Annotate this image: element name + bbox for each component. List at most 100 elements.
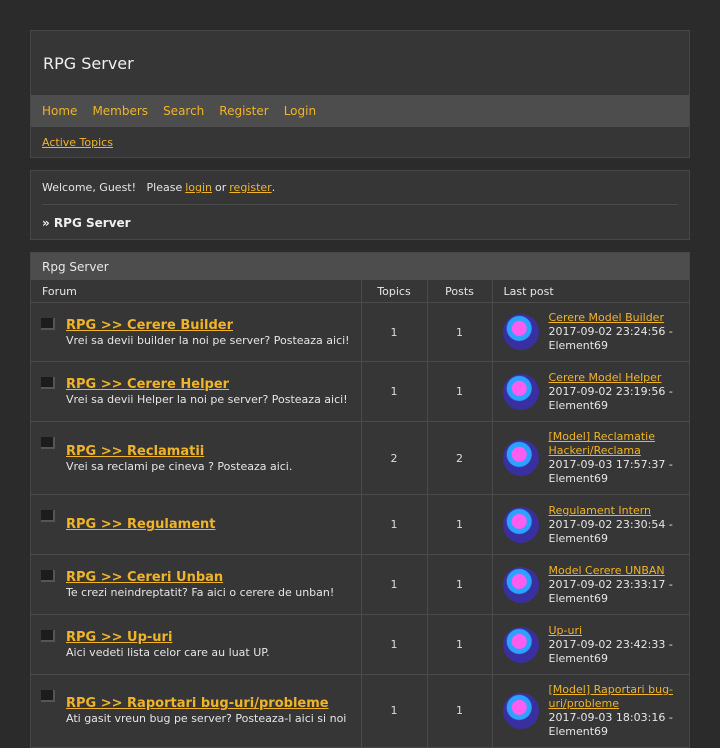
forum-description: Te crezi neindreptatit? Fa aici o cerere…: [66, 586, 335, 599]
last-post-cell: Regulament Intern 2017-09-02 23:30:54 - El…: [491, 494, 689, 555]
forum-cell: RPG >> Raportari bug-uri/probleme Ati gas…: [31, 674, 361, 747]
login-link[interactable]: login: [185, 181, 212, 194]
forum-description: Ati gasit vreun bug pe server? Posteaza-…: [66, 712, 347, 726]
topics-count: 1: [360, 361, 427, 422]
last-post-cell: Model Cerere UNBAN 2017-09-02 23:33:17 -E…: [491, 554, 689, 615]
nav-members-link[interactable]: Members: [92, 104, 148, 118]
register-link[interactable]: register: [229, 181, 271, 194]
last-post-cell: Cerere Model Builder 2017-09-02 23:24:56 …: [491, 302, 689, 362]
forum-description: Vrei sa devii Helper la noi pe server? P…: [66, 393, 348, 406]
forum-link[interactable]: RPG >> Up-uri: [66, 629, 355, 646]
forum-row: RPG >> Cereri Unban Te crezi neindreptati…: [31, 554, 689, 615]
last-post-author[interactable]: Element69: [549, 472, 684, 486]
forum-cell: RPG >> Cerere Helper Vrei sa devii Helper…: [31, 361, 361, 422]
forum-link[interactable]: RPG >> Raportari bug-uri/probleme: [66, 695, 355, 712]
forum-link[interactable]: RPG >> Cerere Builder: [66, 317, 355, 334]
forum-description: Vrei sa reclami pe cineva ? Posteaza aic…: [66, 459, 293, 473]
forum-status-icon: [41, 510, 55, 522]
forum-description: Aici vedeti lista celor care au luat UP.: [66, 646, 270, 659]
column-header-topics: Topics: [360, 280, 427, 303]
or-text: or: [215, 181, 227, 194]
sub-nav: Active Topics: [31, 127, 689, 157]
forum-cell: RPG >> Reclamatii Vrei sa reclami pe cine…: [31, 421, 361, 495]
forum-status-icon: [41, 377, 55, 389]
forum-row: RPG >> Regulament 1 1 Regulament Intern 2…: [31, 494, 689, 555]
last-post-date: 2017-09-02 23:42:33 -: [548, 637, 673, 651]
topics-count: 1: [360, 302, 427, 362]
last-post-date: 2017-09-02 23:30:54 -: [548, 517, 673, 531]
category-title: Rpg Server: [31, 253, 689, 280]
last-post-cell: [Model] Reclamatie Hackeri/Reclama 2017-0…: [491, 421, 689, 495]
forum-status-icon: [41, 690, 55, 702]
forum-link[interactable]: RPG >> Cereri Unban: [66, 569, 355, 586]
column-header-last-post: Last post: [491, 280, 689, 303]
last-post-author[interactable]: Element69: [549, 725, 684, 739]
last-post-author[interactable]: Element69: [549, 399, 684, 413]
user-avatar[interactable]: [502, 566, 539, 603]
last-post-link[interactable]: Cerere Model Helper: [549, 371, 684, 385]
last-post-link[interactable]: Up-uri: [549, 624, 684, 638]
forum-description: Vrei sa devii builder la noi pe server? …: [66, 333, 350, 347]
site-header: RPG Server Home Members Search Register …: [30, 30, 690, 158]
user-avatar[interactable]: [502, 440, 539, 476]
topics-count: 1: [360, 674, 427, 747]
welcome-box: Welcome, Guest! Please login or register…: [30, 170, 690, 240]
posts-count: 1: [426, 614, 492, 675]
site-title: RPG Server: [43, 53, 134, 73]
forum-cell: RPG >> Cerere Builder Vrei sa devii build…: [31, 302, 361, 362]
column-header-forum: Forum: [31, 280, 361, 303]
forum-cell: RPG >> Up-uri Aici vedeti lista celor car…: [31, 614, 361, 675]
forum-link[interactable]: RPG >> Cerere Helper: [66, 376, 355, 393]
welcome-suffix: .: [271, 181, 276, 194]
welcome-text: Welcome, Guest! Please: [42, 181, 183, 194]
topics-count: 1: [360, 494, 427, 555]
last-post-author[interactable]: Element69: [549, 339, 684, 353]
forum-link[interactable]: RPG >> Reclamatii: [66, 443, 355, 460]
forum-row: RPG >> Raportari bug-uri/probleme Ati gas…: [31, 674, 689, 747]
column-header-posts: Posts: [426, 280, 492, 303]
nav-register-link[interactable]: Register: [219, 104, 268, 118]
forum-row: RPG >> Reclamatii Vrei sa reclami pe cine…: [31, 421, 689, 495]
user-avatar[interactable]: [502, 314, 539, 350]
topics-count: 1: [360, 614, 427, 675]
last-post-link[interactable]: Model Cerere UNBAN: [549, 564, 684, 578]
last-post-author[interactable]: Element69: [549, 592, 684, 606]
last-post-author[interactable]: Element69: [549, 532, 684, 546]
forum-table: Forum Topics Posts Last post RPG >> Cere…: [31, 280, 689, 747]
posts-count: 1: [426, 674, 492, 747]
forum-status-icon: [41, 630, 55, 642]
welcome-line: Welcome, Guest! Please login or register…: [42, 171, 678, 205]
posts-count: 2: [426, 421, 492, 495]
last-post-date: 2017-09-03 17:57:37 -: [548, 458, 673, 471]
topics-count: 1: [360, 554, 427, 615]
topics-count: 2: [360, 421, 427, 495]
active-topics-link[interactable]: Active Topics: [42, 136, 113, 149]
forum-cell: RPG >> Regulament: [31, 494, 361, 555]
forum-category: Rpg Server Forum Topics Posts Last post …: [30, 252, 690, 748]
user-avatar[interactable]: [502, 373, 539, 410]
last-post-date: 2017-09-02 23:19:56 -: [548, 384, 673, 398]
posts-count: 1: [426, 361, 492, 422]
forum-row: RPG >> Cerere Builder Vrei sa devii build…: [31, 302, 689, 362]
forum-status-icon: [41, 570, 55, 582]
breadcrumb: » RPG Server: [42, 216, 131, 230]
last-post-link[interactable]: [Model] Raportari bug-uri/probleme: [549, 683, 684, 711]
last-post-link[interactable]: [Model] Reclamatie Hackeri/Reclama: [549, 430, 684, 458]
last-post-author[interactable]: Element69: [549, 652, 684, 666]
nav-login-link[interactable]: Login: [284, 104, 316, 118]
posts-count: 1: [426, 494, 492, 555]
user-avatar[interactable]: [502, 692, 539, 729]
nav-search-link[interactable]: Search: [163, 104, 204, 118]
user-avatar[interactable]: [502, 506, 539, 543]
last-post-link[interactable]: Regulament Intern: [549, 504, 684, 518]
forum-table-header: Forum Topics Posts Last post: [31, 280, 689, 303]
forum-link[interactable]: RPG >> Regulament: [66, 516, 355, 533]
last-post-date: 2017-09-03 18:03:16 -: [548, 710, 673, 724]
user-avatar[interactable]: [502, 626, 539, 663]
forum-row: RPG >> Up-uri Aici vedeti lista celor car…: [31, 614, 689, 675]
main-nav: Home Members Search Register Login: [31, 95, 689, 127]
last-post-link[interactable]: Cerere Model Builder: [549, 311, 684, 325]
last-post-cell: Cerere Model Helper 2017-09-02 23:19:56 -…: [491, 361, 689, 422]
forum-status-icon: [41, 318, 55, 330]
nav-home-link[interactable]: Home: [42, 104, 77, 118]
